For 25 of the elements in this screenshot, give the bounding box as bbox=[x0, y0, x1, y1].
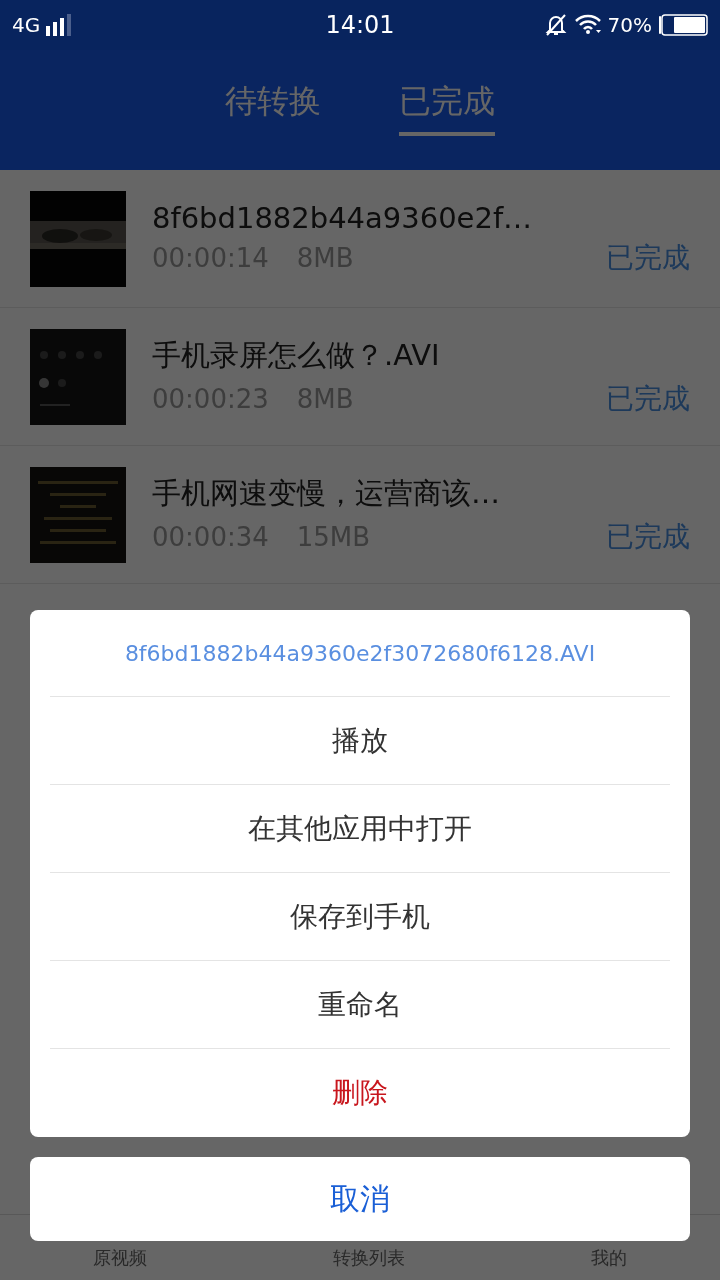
tab[interactable]: 已完成 bbox=[399, 80, 495, 136]
nav-item[interactable]: 我的 bbox=[591, 1246, 627, 1270]
signal-icon bbox=[46, 14, 73, 36]
tab[interactable]: 待转换 bbox=[225, 80, 321, 136]
battery-percent: 70% bbox=[607, 13, 652, 37]
file-name: 手机网速变慢，运营商该… bbox=[152, 474, 501, 512]
network-label: 4G bbox=[12, 13, 41, 37]
nav-item[interactable]: 转换列表 bbox=[333, 1246, 405, 1270]
action-item[interactable]: 重命名 bbox=[50, 961, 670, 1049]
action-item[interactable]: 播放 bbox=[50, 697, 670, 785]
action-item[interactable]: 保存到手机 bbox=[50, 873, 670, 961]
clock: 14:01 bbox=[325, 11, 395, 39]
status-label: 已完成 bbox=[606, 380, 690, 417]
status-label: 已完成 bbox=[606, 518, 690, 555]
action-item[interactable]: 删除 bbox=[50, 1049, 670, 1137]
status-label: 已完成 bbox=[606, 239, 690, 276]
nav-item[interactable]: 原视频 bbox=[93, 1246, 147, 1270]
file-name: 手机录屏怎么做？.AVI bbox=[152, 336, 441, 374]
sheet-title: 8f6bd1882b44a9360e2f3072680f6128.AVI bbox=[50, 610, 670, 697]
file-name: 8f6bd1882b44a9360e2f… bbox=[152, 200, 534, 235]
cancel-button[interactable]: 取消 bbox=[30, 1157, 690, 1241]
battery-icon bbox=[658, 14, 708, 36]
muted-bell-icon bbox=[543, 13, 568, 37]
wifi-icon bbox=[573, 14, 602, 36]
action-item[interactable]: 在其他应用中打开 bbox=[50, 785, 670, 873]
